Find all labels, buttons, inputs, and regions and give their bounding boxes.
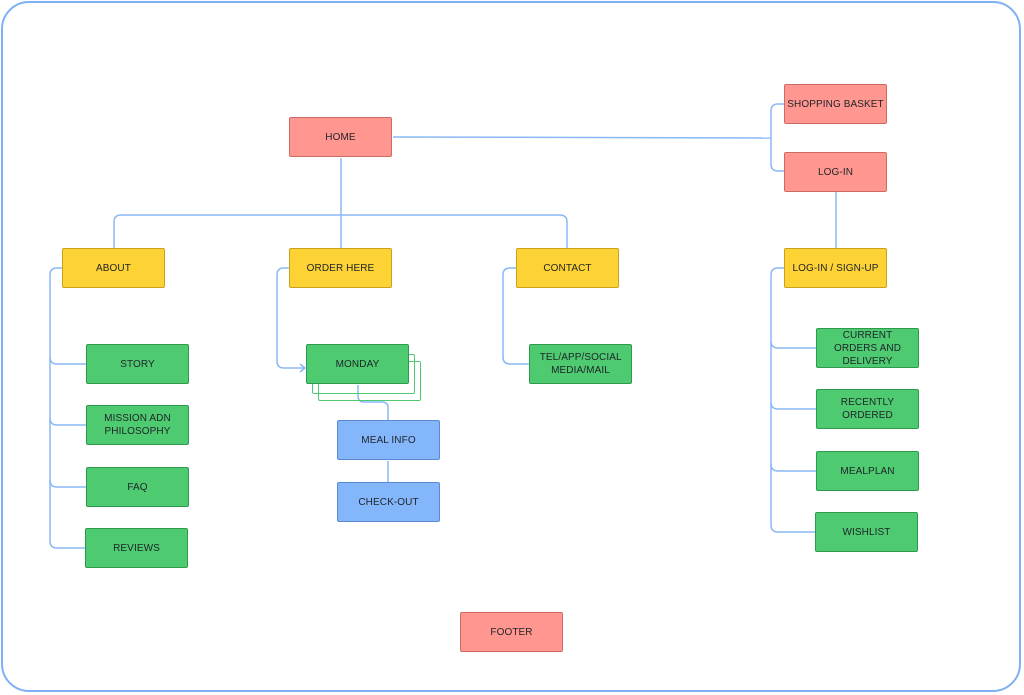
node-checkout[interactable]: CHECK-OUT [337, 482, 440, 522]
connector-current-orders [770, 340, 816, 349]
node-login-signup[interactable]: LOG-IN / SIGN-UP [784, 248, 887, 288]
connector-faq [49, 479, 86, 488]
node-faq[interactable]: FAQ [86, 467, 189, 507]
node-footer[interactable]: FOOTER [460, 612, 563, 652]
connector-mission [49, 417, 86, 426]
connector-mealplan [770, 463, 816, 472]
connector-recently-ordered [770, 401, 816, 410]
connector-home-right [392, 136, 772, 139]
node-contact-channels[interactable]: TEL/APP/SOCIAL MEDIA/MAIL [529, 344, 632, 384]
node-mission[interactable]: MISSION ADN PHILOSOPHY [86, 405, 189, 445]
node-contact[interactable]: CONTACT [516, 248, 619, 288]
node-story[interactable]: STORY [86, 344, 189, 384]
node-reviews[interactable]: REVIEWS [85, 528, 188, 568]
node-about[interactable]: ABOUT [62, 248, 165, 288]
node-mealplan[interactable]: MEALPLAN [816, 451, 919, 491]
node-current-orders[interactable]: CURRENT ORDERS AND DELIVERY [816, 328, 919, 368]
node-monday[interactable]: MONDAY [306, 344, 409, 384]
connector-about-children [49, 267, 85, 549]
connector-story [49, 356, 86, 365]
node-home[interactable]: HOME [289, 117, 392, 157]
connector-right-bracket [770, 103, 784, 172]
node-order-here[interactable]: ORDER HERE [289, 248, 392, 288]
node-meal-info[interactable]: MEAL INFO [337, 420, 440, 460]
node-login[interactable]: LOG-IN [784, 152, 887, 192]
connector-account-children [770, 267, 815, 533]
node-wishlist[interactable]: WISHLIST [815, 512, 918, 552]
node-shopping-basket[interactable]: SHOPPING BASKET [784, 84, 887, 124]
node-recently-ordered[interactable]: RECENTLY ORDERED [816, 389, 919, 429]
